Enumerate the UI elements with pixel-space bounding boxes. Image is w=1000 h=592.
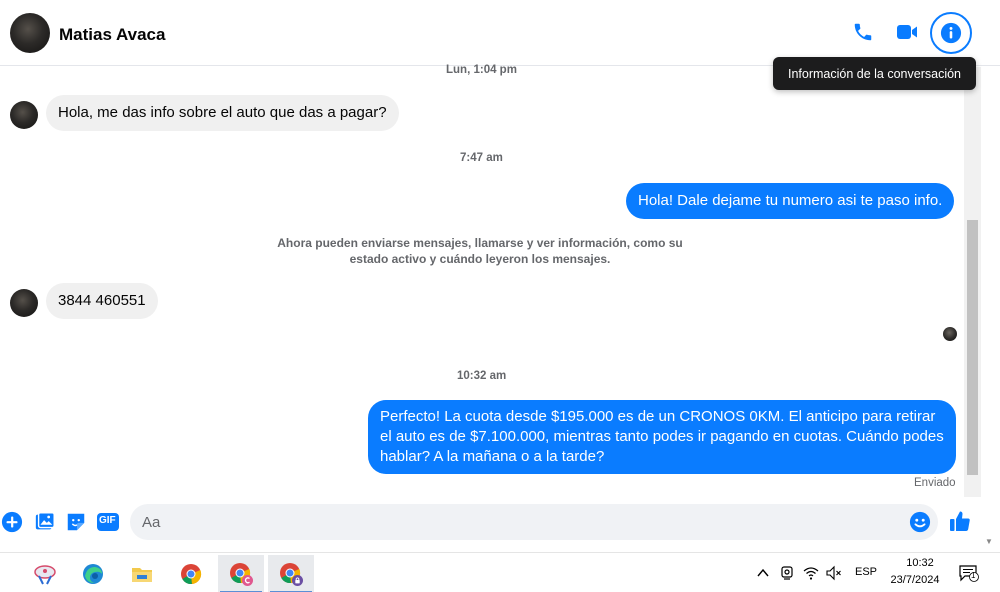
info-tooltip: Información de la conversación <box>773 57 976 90</box>
messenger-window: Matias Avaca Lun, 1:04 pm Hola, me das i… <box>0 0 1000 592</box>
edge-icon <box>83 564 103 584</box>
scrollbar-thumb[interactable] <box>967 220 978 475</box>
video-camera-icon <box>897 25 917 39</box>
info-icon <box>940 22 962 44</box>
incoming-message[interactable]: Hola, me das info sobre el auto que das … <box>46 95 399 131</box>
taskbar-app-file-explorer[interactable] <box>119 555 165 592</box>
phone-icon <box>854 23 872 41</box>
system-notice: Ahora pueden enviarse mensajes, llamarse… <box>277 236 683 266</box>
tray-wifi[interactable] <box>803 565 819 581</box>
scroll-down-arrow-icon[interactable]: ▼ <box>985 537 995 547</box>
contact-avatar[interactable] <box>10 13 50 53</box>
chrome-profile-c-icon <box>230 563 253 586</box>
emoji-icon <box>909 511 931 533</box>
message-input[interactable] <box>142 504 902 540</box>
contact-avatar-small[interactable] <box>10 101 38 129</box>
taskbar-app-snipping[interactable] <box>22 555 68 592</box>
tray-meet-now[interactable] <box>779 565 795 581</box>
taskbar-app-chrome[interactable] <box>168 555 214 592</box>
incoming-message[interactable]: 3844 460551 <box>46 283 158 319</box>
emoji-button[interactable] <box>909 511 931 533</box>
show-hidden-icons-button[interactable] <box>755 565 771 581</box>
notification-icon <box>959 565 979 582</box>
message-composer: GIF <box>0 500 1000 548</box>
video-call-button[interactable] <box>889 14 925 50</box>
taskbar-app-chrome-profile-locked[interactable] <box>268 555 314 592</box>
gif-label: GIF <box>99 515 116 526</box>
notification-center-button[interactable]: 1 <box>958 563 980 583</box>
file-explorer-icon <box>132 568 152 582</box>
contact-name[interactable]: Matias Avaca <box>59 25 165 45</box>
snipping-tool-icon <box>34 565 56 585</box>
attach-image-button[interactable] <box>33 510 57 534</box>
chrome-icon <box>181 564 202 585</box>
windows-taskbar: ESP 10:32 23/7/2024 1 <box>0 552 1000 592</box>
tray-volume[interactable] <box>826 565 842 581</box>
outgoing-message[interactable]: Hola! Dale dejame tu numero asi te paso … <box>626 183 955 219</box>
taskbar-app-chrome-profile[interactable] <box>218 555 264 592</box>
outgoing-message[interactable]: Perfecto! La cuota desde $195.000 es de … <box>368 400 956 474</box>
webcam-icon <box>781 566 793 580</box>
timestamp: Lun, 1:04 pm <box>446 64 517 76</box>
message-input-box[interactable] <box>130 504 938 540</box>
conversation-info-button[interactable] <box>930 12 972 54</box>
clock-time[interactable]: 10:32 <box>900 557 940 569</box>
chevron-up-icon <box>757 568 769 577</box>
message-status: Enviado <box>914 477 956 489</box>
clock-date[interactable]: 23/7/2024 <box>886 574 944 586</box>
audio-call-button[interactable] <box>845 14 881 50</box>
image-icon <box>35 512 55 530</box>
chrome-profile-locked-icon <box>280 563 303 586</box>
notification-count: 1 <box>971 571 976 580</box>
sticker-button[interactable] <box>64 510 88 534</box>
scrollbar[interactable] <box>964 67 981 497</box>
contact-avatar-small[interactable] <box>10 289 38 317</box>
wifi-icon <box>803 567 819 580</box>
seen-receipt-avatar <box>943 327 957 341</box>
input-language[interactable]: ESP <box>855 566 877 578</box>
taskbar-app-edge[interactable] <box>70 555 116 592</box>
plus-circle-icon <box>1 511 23 533</box>
message-thread: Lun, 1:04 pm Hola, me das info sobre el … <box>0 64 1000 497</box>
speaker-muted-icon <box>826 565 841 581</box>
timestamp: 10:32 am <box>457 370 507 382</box>
timestamp: 7:47 am <box>460 152 503 164</box>
send-like-button[interactable] <box>948 509 972 533</box>
sticker-icon <box>67 513 85 531</box>
more-actions-button[interactable] <box>0 510 24 534</box>
thumbs-up-icon <box>950 511 970 531</box>
gif-button[interactable]: GIF <box>96 510 120 534</box>
